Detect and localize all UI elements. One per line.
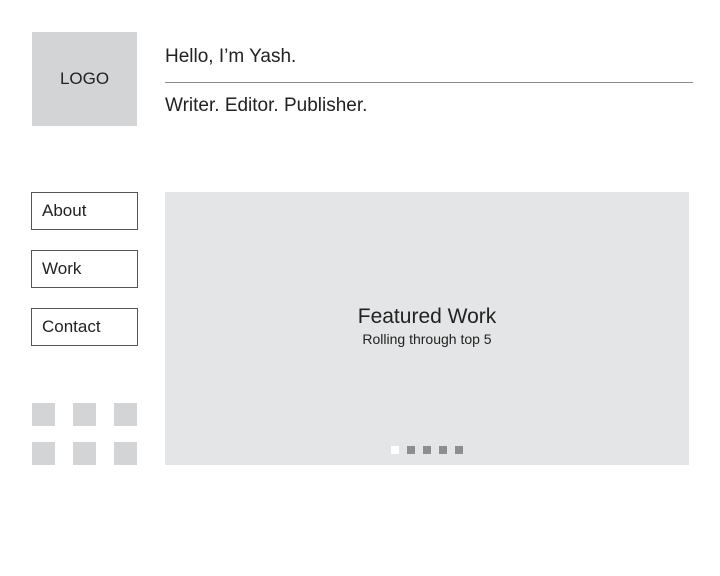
logo-text: LOGO bbox=[59, 69, 110, 88]
nav-work-button[interactable]: Work bbox=[31, 250, 138, 288]
social-icon[interactable] bbox=[114, 403, 137, 426]
carousel-dot[interactable] bbox=[391, 446, 399, 454]
carousel-dot[interactable] bbox=[423, 446, 431, 454]
social-icon[interactable] bbox=[73, 403, 96, 426]
carousel-dot[interactable] bbox=[407, 446, 415, 454]
featured-work-carousel[interactable]: Featured Work Rolling through top 5 bbox=[165, 192, 689, 465]
tagline: Writer. Editor. Publisher. bbox=[165, 95, 368, 116]
greeting-heading: Hello, I’m Yash. bbox=[165, 46, 297, 67]
carousel-subtitle: Rolling through top 5 bbox=[362, 331, 492, 347]
logo[interactable]: LOGO bbox=[32, 32, 137, 126]
social-icon[interactable] bbox=[32, 403, 55, 426]
nav-contact-button[interactable]: Contact bbox=[31, 308, 138, 346]
carousel-dot[interactable] bbox=[455, 446, 463, 454]
nav-about-button[interactable]: About bbox=[31, 192, 138, 230]
social-icon-grid bbox=[32, 403, 137, 465]
social-icon[interactable] bbox=[32, 442, 55, 465]
social-icon[interactable] bbox=[114, 442, 137, 465]
nav-about-label: About bbox=[42, 201, 87, 220]
carousel-title: Featured Work bbox=[357, 305, 497, 328]
header-divider bbox=[165, 82, 693, 83]
nav-work-label: Work bbox=[42, 259, 82, 278]
nav-contact-label: Contact bbox=[42, 317, 101, 336]
social-icon[interactable] bbox=[73, 442, 96, 465]
carousel-dot[interactable] bbox=[439, 446, 447, 454]
